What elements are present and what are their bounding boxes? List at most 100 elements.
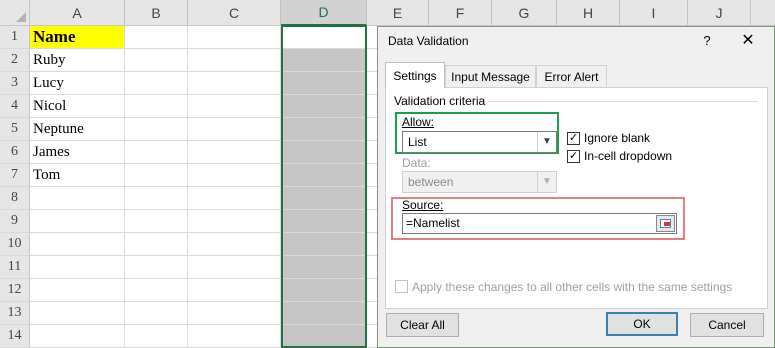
ok-button[interactable]: OK bbox=[606, 312, 678, 336]
cell-c7[interactable] bbox=[188, 164, 281, 187]
row-header-8[interactable]: 8 bbox=[0, 187, 30, 210]
cell-d5[interactable] bbox=[281, 118, 367, 141]
cell-d11[interactable] bbox=[281, 256, 367, 279]
ignore-blank-checkbox[interactable]: ✓ bbox=[567, 132, 580, 145]
cell-c9[interactable] bbox=[188, 210, 281, 233]
column-header-e[interactable]: E bbox=[367, 0, 429, 26]
cell-d13[interactable] bbox=[281, 302, 367, 325]
cell-c3[interactable] bbox=[188, 72, 281, 95]
cell-a12[interactable] bbox=[30, 279, 125, 302]
column-header-j[interactable]: J bbox=[688, 0, 751, 26]
column-header-i[interactable]: I bbox=[620, 0, 688, 26]
cell-c14[interactable] bbox=[188, 325, 281, 348]
column-header-f[interactable]: F bbox=[429, 0, 492, 26]
cell-b12[interactable] bbox=[125, 279, 188, 302]
select-all-corner[interactable] bbox=[0, 0, 30, 26]
cell-b5[interactable] bbox=[125, 118, 188, 141]
cell-d3[interactable] bbox=[281, 72, 367, 95]
cell-a10[interactable] bbox=[30, 233, 125, 256]
cell-a13[interactable] bbox=[30, 302, 125, 325]
cell-a8[interactable] bbox=[30, 187, 125, 210]
cell-d14[interactable] bbox=[281, 325, 367, 348]
cell-d1[interactable] bbox=[281, 26, 367, 49]
in-cell-dropdown-label: In-cell dropdown bbox=[584, 149, 673, 163]
tab-settings[interactable]: Settings bbox=[385, 62, 445, 88]
cell-c1[interactable] bbox=[188, 26, 281, 49]
cell-b9[interactable] bbox=[125, 210, 188, 233]
cell-c4[interactable] bbox=[188, 95, 281, 118]
row-header-4[interactable]: 4 bbox=[0, 95, 30, 118]
ignore-blank-label: Ignore blank bbox=[584, 131, 651, 145]
cell-c13[interactable] bbox=[188, 302, 281, 325]
row-header-2[interactable]: 2 bbox=[0, 49, 30, 72]
cell-a11[interactable] bbox=[30, 256, 125, 279]
source-label: Source: bbox=[402, 198, 444, 212]
cell-a4[interactable]: Nicol bbox=[30, 95, 125, 118]
cell-b1[interactable] bbox=[125, 26, 188, 49]
cell-a9[interactable] bbox=[30, 210, 125, 233]
cell-c10[interactable] bbox=[188, 233, 281, 256]
cell-b3[interactable] bbox=[125, 72, 188, 95]
row-header-6[interactable]: 6 bbox=[0, 141, 30, 164]
cell-b14[interactable] bbox=[125, 325, 188, 348]
row-header-5[interactable]: 5 bbox=[0, 118, 30, 141]
cell-c2[interactable] bbox=[188, 49, 281, 72]
row-header-13[interactable]: 13 bbox=[0, 302, 30, 325]
cell-b7[interactable] bbox=[125, 164, 188, 187]
cell-b13[interactable] bbox=[125, 302, 188, 325]
row-header-12[interactable]: 12 bbox=[0, 279, 30, 302]
column-header-d[interactable]: D bbox=[281, 0, 367, 26]
cell-a14[interactable] bbox=[30, 325, 125, 348]
allow-select[interactable]: List ▼ bbox=[402, 131, 557, 153]
cancel-button[interactable]: Cancel bbox=[690, 313, 764, 337]
cell-a5[interactable]: Neptune bbox=[30, 118, 125, 141]
column-header-c[interactable]: C bbox=[188, 0, 281, 26]
cell-d10[interactable] bbox=[281, 233, 367, 256]
row-header-9[interactable]: 9 bbox=[0, 210, 30, 233]
column-header-g[interactable]: G bbox=[492, 0, 557, 26]
cell-b11[interactable] bbox=[125, 256, 188, 279]
column-header-h[interactable]: H bbox=[557, 0, 620, 26]
cell-d4[interactable] bbox=[281, 95, 367, 118]
range-select-icon[interactable] bbox=[656, 215, 675, 232]
cell-a1[interactable]: Name bbox=[30, 26, 125, 49]
row-header-1[interactable]: 1 bbox=[0, 26, 30, 49]
cell-b10[interactable] bbox=[125, 233, 188, 256]
cell-d2[interactable] bbox=[281, 49, 367, 72]
cell-d9[interactable] bbox=[281, 210, 367, 233]
row-header-14[interactable]: 14 bbox=[0, 325, 30, 348]
cell-b2[interactable] bbox=[125, 49, 188, 72]
cell-d12[interactable] bbox=[281, 279, 367, 302]
cell-d6[interactable] bbox=[281, 141, 367, 164]
cell-b4[interactable] bbox=[125, 95, 188, 118]
row-header-7[interactable]: 7 bbox=[0, 164, 30, 187]
tab-error-alert[interactable]: Error Alert bbox=[536, 65, 607, 87]
cell-c5[interactable] bbox=[188, 118, 281, 141]
cell-c6[interactable] bbox=[188, 141, 281, 164]
cell-b6[interactable] bbox=[125, 141, 188, 164]
clear-all-button[interactable]: Clear All bbox=[386, 313, 459, 337]
row-header-10[interactable]: 10 bbox=[0, 233, 30, 256]
chevron-down-icon[interactable]: ▼ bbox=[537, 132, 556, 152]
cell-c11[interactable] bbox=[188, 256, 281, 279]
cell-d8[interactable] bbox=[281, 187, 367, 210]
tab-input-message[interactable]: Input Message bbox=[445, 65, 536, 87]
validation-criteria-heading: Validation criteria bbox=[394, 94, 486, 108]
cell-a6[interactable]: James bbox=[30, 141, 125, 164]
close-button[interactable]: ✕ bbox=[736, 29, 760, 51]
row-header-3[interactable]: 3 bbox=[0, 72, 30, 95]
cell-d7[interactable] bbox=[281, 164, 367, 187]
apply-all-checkbox[interactable] bbox=[395, 280, 408, 293]
cell-a3[interactable]: Lucy bbox=[30, 72, 125, 95]
column-header-b[interactable]: B bbox=[125, 0, 188, 26]
cell-a7[interactable]: Tom bbox=[30, 164, 125, 187]
column-header-a[interactable]: A bbox=[30, 0, 125, 26]
cell-c12[interactable] bbox=[188, 279, 281, 302]
help-button[interactable]: ? bbox=[696, 29, 718, 51]
cell-c8[interactable] bbox=[188, 187, 281, 210]
cell-b8[interactable] bbox=[125, 187, 188, 210]
in-cell-dropdown-checkbox[interactable]: ✓ bbox=[567, 150, 580, 163]
source-input[interactable]: =Namelist bbox=[402, 213, 677, 234]
cell-a2[interactable]: Ruby bbox=[30, 49, 125, 72]
row-header-11[interactable]: 11 bbox=[0, 256, 30, 279]
